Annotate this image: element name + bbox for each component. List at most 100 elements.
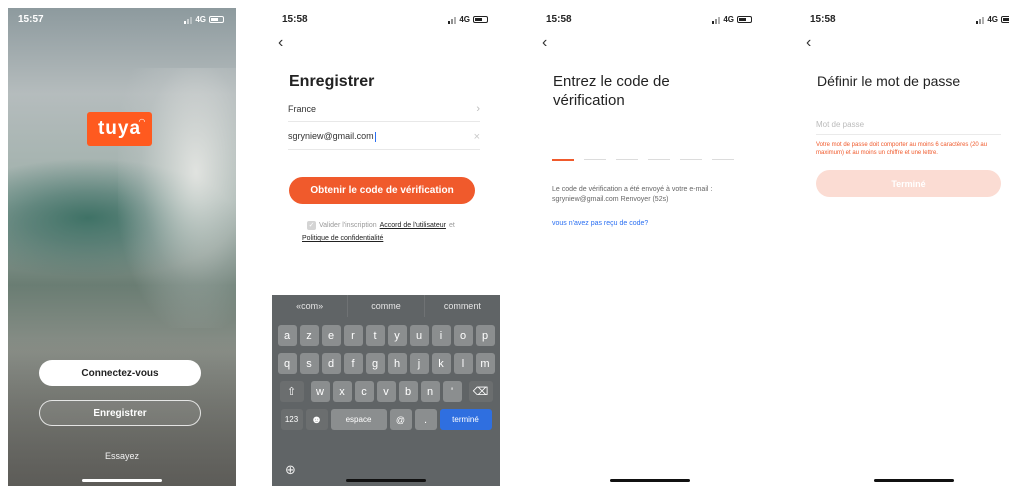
suggestion-2[interactable]: comme (348, 295, 425, 317)
battery-icon (209, 16, 224, 23)
email-field[interactable]: sgryniew@gmail.com × (288, 124, 480, 150)
key[interactable]: n (420, 381, 440, 402)
back-chevron-icon[interactable]: ‹ (542, 35, 547, 51)
back-chevron-icon[interactable]: ‹ (278, 35, 283, 51)
key[interactable]: r (343, 325, 363, 346)
code-digit (712, 159, 734, 160)
status-time: 15:58 (546, 14, 572, 25)
keyboard-row-2: q s d f g h j k l m (275, 353, 497, 374)
status-bar: 15:58 4G (536, 14, 764, 28)
back-chevron-icon[interactable]: ‹ (806, 35, 811, 51)
code-digit (552, 159, 574, 161)
dot-key[interactable]: . (414, 409, 437, 430)
key[interactable]: c (354, 381, 374, 402)
logo-text: tuya (97, 118, 142, 139)
at-key[interactable]: @ (389, 409, 412, 430)
key[interactable]: a (277, 325, 297, 346)
shift-key-icon[interactable]: ⇧ (279, 381, 304, 402)
key[interactable]: o (453, 325, 473, 346)
key[interactable]: t (365, 325, 385, 346)
status-indicators: 4G (712, 15, 752, 24)
home-indicator[interactable] (82, 479, 162, 482)
key[interactable]: i (431, 325, 451, 346)
agree-checkbox[interactable]: ✓ (307, 221, 316, 230)
code-digit (680, 159, 702, 160)
key[interactable]: q (277, 353, 297, 374)
agree-prefix: Valider l'inscription (319, 222, 377, 229)
backspace-key-icon[interactable]: ⌫ (468, 381, 493, 402)
info-line-2: sgryniew@gmail.com Renvoyer (52s) (552, 196, 669, 203)
keyboard: «com» comme comment a z e r t y u i o p … (272, 295, 500, 486)
numbers-key[interactable]: 123 (280, 409, 303, 430)
keyboard-suggestions: «com» comme comment (272, 295, 500, 317)
key[interactable]: m (475, 353, 495, 374)
home-indicator[interactable] (874, 479, 954, 482)
status-bar: 15:58 4G (800, 14, 1009, 28)
globe-icon[interactable]: ⊕ (285, 463, 296, 476)
key[interactable]: y (387, 325, 407, 346)
keyboard-row-3: ⇧ w x c v b n ' ⌫ (275, 381, 497, 402)
code-digit (584, 159, 606, 160)
try-link[interactable]: Essayez (8, 451, 236, 461)
space-key[interactable]: espace (330, 409, 387, 430)
login-button[interactable]: Connectez-vous (39, 360, 201, 386)
password-hint: Votre mot de passe doit comporter au moi… (816, 142, 988, 156)
done-button[interactable]: Terminé (816, 170, 1001, 197)
keyboard-row-4: 123 ☻ espace @ . terminé (275, 409, 497, 430)
network-label: 4G (723, 15, 734, 24)
email-value: sgryniew@gmail.com (288, 131, 374, 142)
privacy-policy-link[interactable]: Politique de confidentialité (302, 235, 383, 242)
key[interactable]: d (321, 353, 341, 374)
key[interactable]: g (365, 353, 385, 374)
agreement-link[interactable]: Accord de l'utilisateur (380, 222, 446, 229)
email-value-wrap: sgryniew@gmail.com (288, 131, 376, 142)
not-received-link[interactable]: vous n'avez pas reçu de code? (552, 220, 648, 227)
key[interactable]: s (299, 353, 319, 374)
suggestion-3[interactable]: comment (425, 295, 500, 317)
get-code-button[interactable]: Obtenir le code de vérification (289, 177, 475, 204)
key[interactable]: w (310, 381, 330, 402)
home-indicator[interactable] (610, 479, 690, 482)
home-indicator[interactable] (346, 479, 426, 482)
emoji-key-icon[interactable]: ☻ (305, 409, 328, 430)
key[interactable]: p (475, 325, 495, 346)
signal-icon (184, 16, 193, 24)
key[interactable]: j (409, 353, 429, 374)
key[interactable]: v (376, 381, 396, 402)
text-cursor (374, 131, 376, 142)
background-photo-light (118, 68, 236, 328)
password-input[interactable]: Mot de passe (816, 115, 1001, 135)
key[interactable]: b (398, 381, 418, 402)
keyboard-row-1: a z e r t y u i o p (275, 325, 497, 346)
key[interactable]: x (332, 381, 352, 402)
agree-suffix: et (448, 222, 455, 229)
code-input[interactable] (552, 159, 734, 161)
key[interactable]: z (299, 325, 319, 346)
set-password-screen: 15:58 4G ‹ Définir le mot de passe Mot d… (800, 8, 1009, 486)
signal-icon (976, 16, 985, 24)
key[interactable]: ' (442, 381, 462, 402)
suggestion-1[interactable]: «com» (272, 295, 349, 317)
register-screen: 15:58 4G ‹ Enregistrer France › sgryniew… (272, 8, 500, 486)
status-indicators: 4G (184, 15, 224, 24)
network-label: 4G (987, 15, 998, 24)
country-value: France (288, 103, 317, 114)
chevron-right-icon: › (476, 102, 480, 115)
key[interactable]: e (321, 325, 341, 346)
done-key[interactable]: terminé (439, 409, 492, 430)
country-selector[interactable]: France › (288, 96, 480, 122)
page-title: Enregistrer (289, 73, 375, 90)
status-bar: 15:57 4G (8, 14, 236, 28)
status-time: 15:57 (18, 14, 44, 25)
key[interactable]: k (431, 353, 451, 374)
clear-icon[interactable]: × (474, 131, 480, 143)
key[interactable]: u (409, 325, 429, 346)
register-button[interactable]: Enregistrer (39, 400, 201, 426)
signal-icon (448, 16, 457, 24)
welcome-screen: 15:57 4G tuya ◠ Connectez-vous Enregistr… (8, 8, 236, 486)
code-digit (616, 159, 638, 160)
key[interactable]: l (453, 353, 473, 374)
key[interactable]: f (343, 353, 363, 374)
info-line-1: Le code de vérification a été envoyé à v… (552, 186, 713, 193)
key[interactable]: h (387, 353, 407, 374)
